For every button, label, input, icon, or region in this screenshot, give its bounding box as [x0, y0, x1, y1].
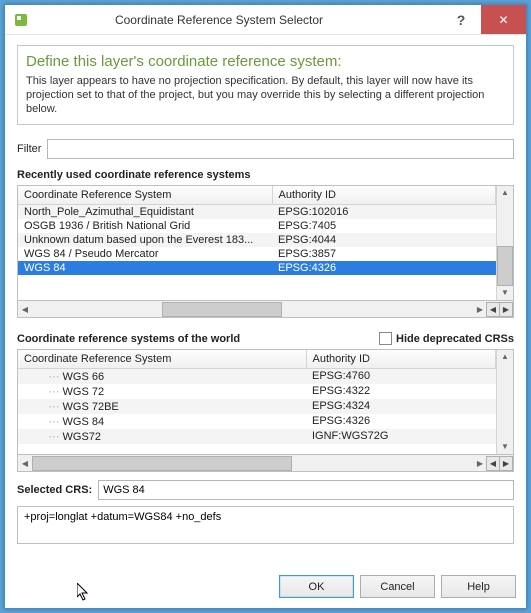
selected-crs-field[interactable] [98, 480, 514, 500]
selected-crs-label: Selected CRS: [17, 484, 92, 496]
hide-deprecated-checkbox[interactable] [379, 332, 392, 345]
help-button[interactable]: Help [441, 575, 516, 598]
dialog-window: Coordinate Reference System Selector ? ✕… [4, 4, 527, 609]
filter-label: Filter [17, 143, 41, 155]
scroll-right-icon[interactable]: ▶ [473, 459, 487, 468]
table-row[interactable]: ⋯ WGS 66EPSG:4760 [18, 368, 496, 384]
world-vscroll[interactable]: ▲ ▼ [496, 350, 513, 454]
recent-nav-next[interactable]: ▶ [499, 302, 513, 317]
table-row[interactable]: Unknown datum based upon the Everest 183… [18, 233, 496, 247]
world-nav-prev[interactable]: ◀ [486, 456, 500, 471]
proj-string-box: +proj=longlat +datum=WGS84 +no_defs [17, 506, 514, 544]
world-col-crs[interactable]: Coordinate Reference System [18, 350, 306, 368]
recent-heading: Recently used coordinate reference syste… [17, 169, 514, 181]
button-bar: OK Cancel Help [5, 569, 526, 608]
scroll-down-icon[interactable]: ▼ [501, 286, 509, 300]
world-heading: Coordinate reference systems of the worl… [17, 333, 379, 345]
table-row[interactable]: ⋯ WGS72IGNF:WGS72G [18, 429, 496, 444]
scroll-left-icon[interactable]: ◀ [18, 305, 32, 314]
scroll-up-icon[interactable]: ▲ [501, 186, 509, 200]
info-panel: Define this layer's coordinate reference… [17, 45, 514, 125]
recent-col-crs[interactable]: Coordinate Reference System [18, 186, 272, 204]
info-body: This layer appears to have no projection… [26, 74, 505, 117]
world-hscroll[interactable]: ◀ ▶ ◀ ▶ [17, 455, 514, 472]
mouse-cursor-icon [77, 583, 93, 603]
cancel-button[interactable]: Cancel [360, 575, 435, 598]
info-title: Define this layer's coordinate reference… [26, 52, 505, 72]
scroll-down-icon[interactable]: ▼ [501, 440, 509, 454]
filter-input[interactable] [47, 139, 514, 159]
recent-nav-prev[interactable]: ◀ [486, 302, 500, 317]
table-row[interactable]: North_Pole_Azimuthal_EquidistantEPSG:102… [18, 204, 496, 219]
scroll-up-icon[interactable]: ▲ [501, 350, 509, 364]
recent-col-auth[interactable]: Authority ID [272, 186, 496, 204]
hide-deprecated-label: Hide deprecated CRSs [396, 333, 514, 345]
scroll-left-icon[interactable]: ◀ [18, 459, 32, 468]
window-title: Coordinate Reference System Selector [37, 13, 401, 27]
world-col-auth[interactable]: Authority ID [306, 350, 496, 368]
help-titlebar-button[interactable]: ? [441, 5, 481, 34]
table-row[interactable]: WGS 84EPSG:4326 [18, 261, 496, 275]
table-row[interactable]: WGS 84 / Pseudo MercatorEPSG:3857 [18, 247, 496, 261]
table-row[interactable]: OSGB 1936 / British National GridEPSG:74… [18, 219, 496, 233]
scroll-right-icon[interactable]: ▶ [473, 305, 487, 314]
recent-table[interactable]: Coordinate Reference System Authority ID… [17, 185, 514, 301]
world-table[interactable]: Coordinate Reference System Authority ID… [17, 349, 514, 455]
table-row[interactable]: ⋯ WGS 84EPSG:4326 [18, 414, 496, 429]
ok-button[interactable]: OK [279, 575, 354, 598]
app-icon [13, 12, 29, 28]
table-row[interactable]: ⋯ WGS 72BEEPSG:4324 [18, 399, 496, 414]
recent-hscroll[interactable]: ◀ ▶ ◀ ▶ [17, 301, 514, 318]
titlebar[interactable]: Coordinate Reference System Selector ? ✕ [5, 5, 526, 35]
recent-vscroll[interactable]: ▲ ▼ [496, 186, 513, 300]
close-button[interactable]: ✕ [481, 5, 526, 34]
world-nav-next[interactable]: ▶ [499, 456, 513, 471]
table-row[interactable]: ⋯ WGS 72EPSG:4322 [18, 384, 496, 399]
